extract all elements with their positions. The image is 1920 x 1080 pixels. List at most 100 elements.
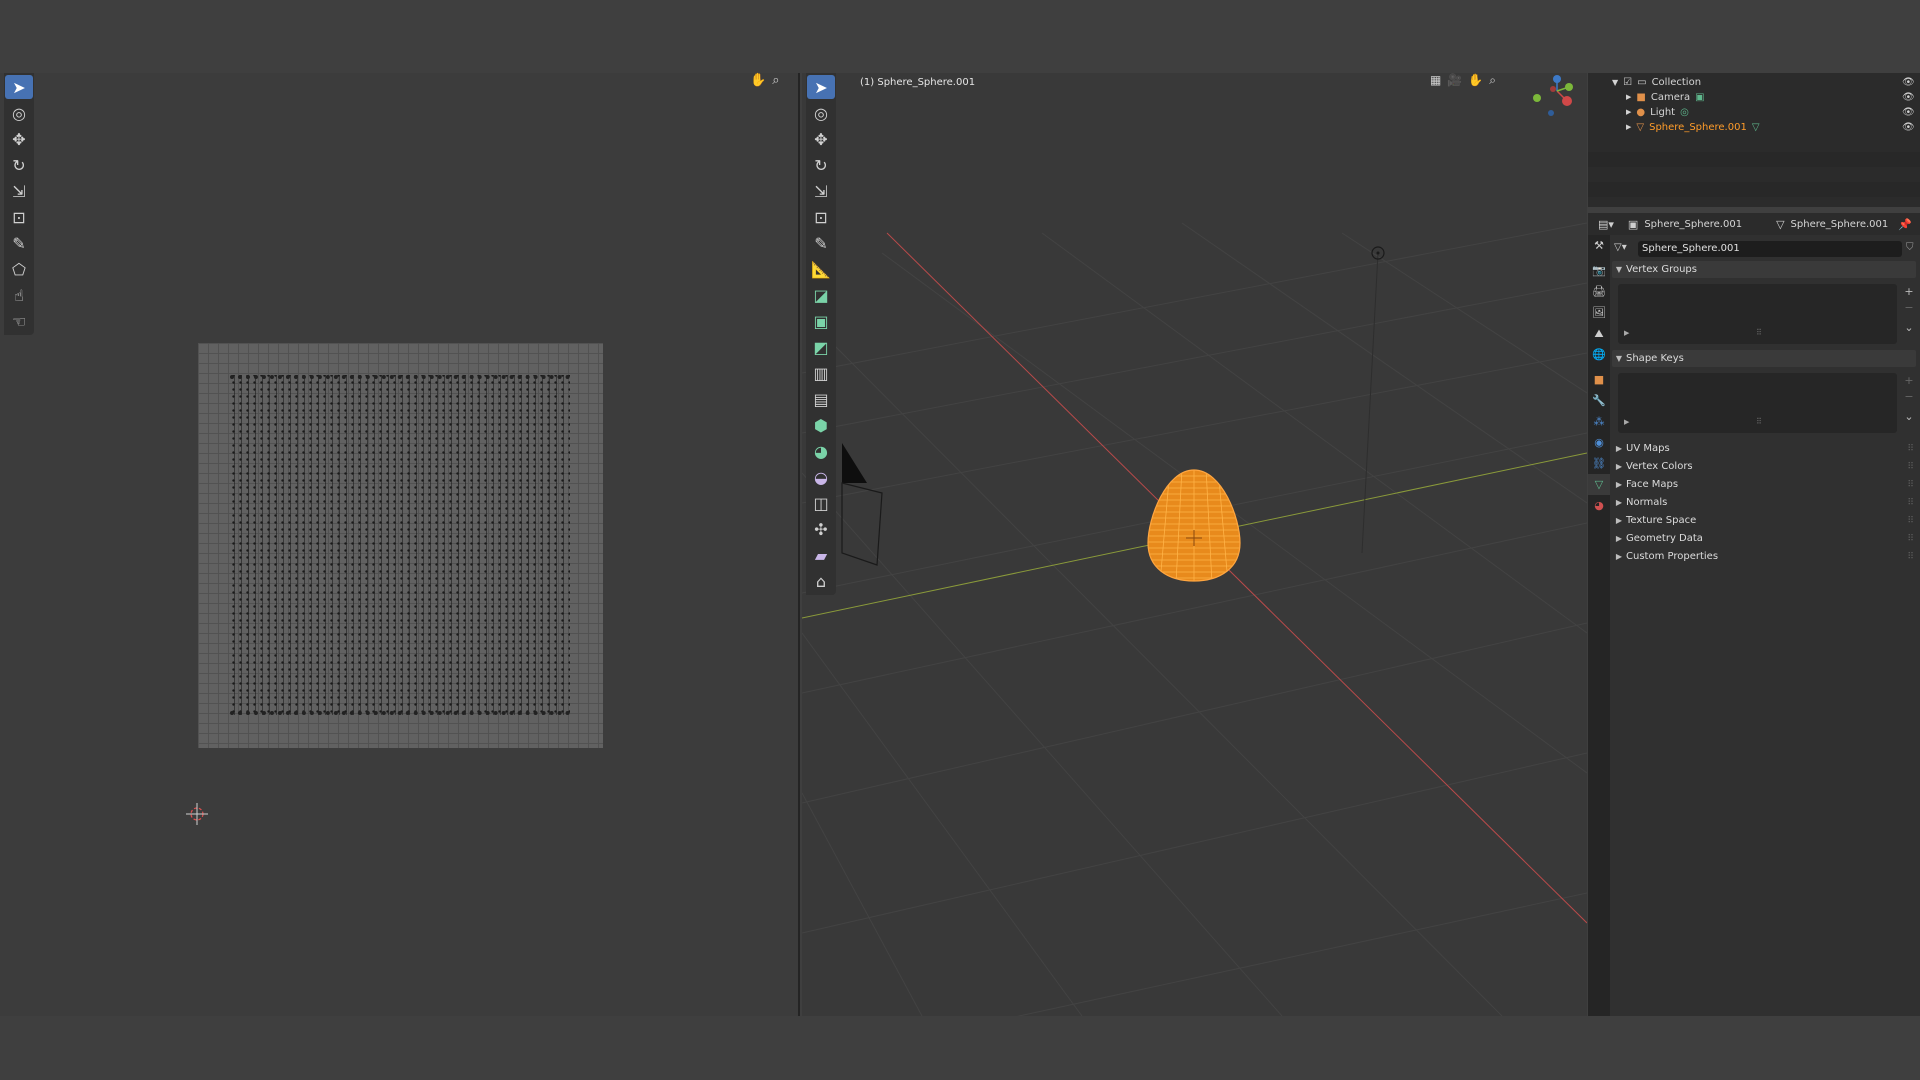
shear-icon[interactable]: ▰ bbox=[807, 543, 835, 567]
annotate-tool-icon[interactable]: ✎ bbox=[5, 231, 33, 255]
inset-faces-icon[interactable]: ▣ bbox=[807, 309, 835, 333]
2d-cursor-icon[interactable] bbox=[186, 803, 208, 825]
rip-tool-icon[interactable]: ⬠ bbox=[5, 257, 33, 281]
shrink-fatten-icon[interactable]: ✣ bbox=[807, 517, 835, 541]
render-tab-icon[interactable]: 📷 bbox=[1588, 260, 1610, 281]
hand-pan-icon[interactable]: ✋ bbox=[1468, 73, 1483, 88]
add-shape-key-button[interactable]: + bbox=[1902, 374, 1916, 388]
panel-texture-space[interactable]: ▶ Texture Space ⠿ bbox=[1612, 512, 1916, 529]
particles-tab-icon[interactable]: ⁂ bbox=[1588, 411, 1610, 432]
relax-tool-icon[interactable]: ☜ bbox=[5, 309, 33, 333]
material-tab-icon[interactable]: ◕ bbox=[1588, 495, 1610, 516]
panel-geometry-data[interactable]: ▶ Geometry Data ⠿ bbox=[1612, 530, 1916, 547]
object-tab-icon[interactable]: ■ bbox=[1588, 369, 1610, 390]
grid-view-icon[interactable]: ▦ bbox=[1430, 73, 1441, 88]
grab-tool-icon[interactable]: ☝ bbox=[5, 283, 33, 307]
cursor-icon[interactable]: ◎ bbox=[807, 101, 835, 125]
drag-grip-icon[interactable]: ⠿ bbox=[1907, 516, 1914, 526]
edge-slide-icon[interactable]: ◫ bbox=[807, 491, 835, 515]
shape-key-menu-icon[interactable]: ⌄ bbox=[1902, 410, 1916, 424]
add-vertex-group-button[interactable]: + bbox=[1902, 285, 1916, 299]
loop-cut-icon[interactable]: ▥ bbox=[807, 361, 835, 385]
panel-custom-properties[interactable]: ▶ Custom Properties ⠿ bbox=[1612, 548, 1916, 565]
camera-view-icon[interactable]: 🎥 bbox=[1447, 73, 1462, 88]
select-box-icon[interactable]: ➤ bbox=[807, 75, 835, 99]
vertex-group-menu-icon[interactable]: ⌄ bbox=[1902, 321, 1916, 335]
light-data-icon[interactable]: ◎ bbox=[1680, 107, 1689, 118]
visibility-eye-icon[interactable]: 👁 bbox=[1902, 107, 1915, 118]
checkbox-icon[interactable]: ☑ bbox=[1623, 77, 1632, 88]
visibility-eye-icon[interactable]: 👁 bbox=[1902, 122, 1915, 133]
modifier-tab-icon[interactable]: 🔧 bbox=[1588, 390, 1610, 411]
view-layer-tab-icon[interactable]: 🖼 bbox=[1588, 302, 1610, 323]
editor-type-icon[interactable]: ▤▾ bbox=[1598, 218, 1614, 231]
smooth-icon[interactable]: ◒ bbox=[807, 465, 835, 489]
knife-icon[interactable]: ▤ bbox=[807, 387, 835, 411]
world-tab-icon[interactable]: 🌐 bbox=[1588, 344, 1610, 365]
shape-keys-list[interactable]: ▶ ⠿ bbox=[1618, 373, 1897, 433]
bevel-icon[interactable]: ◩ bbox=[807, 335, 835, 359]
pin-icon[interactable]: 📌 bbox=[1898, 218, 1912, 231]
breadcrumb-object[interactable]: Sphere_Sphere.001 bbox=[1644, 219, 1742, 230]
panel-face-maps[interactable]: ▶ Face Maps ⠿ bbox=[1612, 476, 1916, 493]
drag-grip-icon[interactable]: ⠿ bbox=[1907, 462, 1914, 472]
panel-vertex-colors[interactable]: ▶ Vertex Colors ⠿ bbox=[1612, 458, 1916, 475]
breadcrumb-mesh[interactable]: Sphere_Sphere.001 bbox=[1791, 219, 1889, 230]
constraints-tab-icon[interactable]: ⛓ bbox=[1588, 453, 1610, 474]
transform-tool-icon[interactable]: ⊡ bbox=[5, 205, 33, 229]
annotate-icon[interactable]: ✎ bbox=[807, 231, 835, 255]
resize-grip-icon[interactable]: ⠿ bbox=[1756, 328, 1762, 337]
shape-keys-panel-header[interactable]: ▼ Shape Keys bbox=[1612, 350, 1916, 367]
remove-vertex-group-button[interactable]: − bbox=[1902, 301, 1916, 315]
outliner-row-camera[interactable]: ▶ ■ Camera ▣ 👁 bbox=[1626, 90, 1915, 104]
rotate-icon[interactable]: ↻ bbox=[807, 153, 835, 177]
drag-grip-icon[interactable]: ⠿ bbox=[1907, 552, 1914, 562]
visibility-eye-icon[interactable]: 👁 bbox=[1902, 92, 1915, 103]
outliner-row-light[interactable]: ▶ ● Light ◎ 👁 bbox=[1626, 105, 1915, 119]
mesh-name-field[interactable]: Sphere_Sphere.001 bbox=[1638, 241, 1902, 257]
scene-tab-icon[interactable]: ⛰ bbox=[1588, 323, 1610, 344]
zoom-icon[interactable]: ⌕ bbox=[772, 73, 779, 88]
drag-grip-icon[interactable]: ⠿ bbox=[1907, 534, 1914, 544]
mesh-data-icon[interactable]: ▽ bbox=[1752, 122, 1760, 133]
mesh-browse-icon[interactable]: ▽▾ bbox=[1614, 242, 1627, 253]
move-icon[interactable]: ✥ bbox=[807, 127, 835, 151]
move-tool-icon[interactable]: ✥ bbox=[5, 127, 33, 151]
transform-icon[interactable]: ⊡ bbox=[807, 205, 835, 229]
fake-user-shield-icon[interactable]: ⛉ bbox=[1906, 242, 1914, 253]
list-filter-arrow-icon[interactable]: ▶ bbox=[1624, 329, 1629, 337]
expand-arrow-icon[interactable]: ▼ bbox=[1612, 78, 1618, 87]
panel-uv-maps[interactable]: ▶ UV Maps ⠿ bbox=[1612, 440, 1916, 457]
scale-icon[interactable]: ⇲ bbox=[807, 179, 835, 203]
measure-icon[interactable]: 📐 bbox=[807, 257, 835, 281]
expand-arrow-icon[interactable]: ▶ bbox=[1626, 123, 1631, 131]
selected-egg-mesh[interactable] bbox=[1146, 468, 1242, 583]
panel-normals[interactable]: ▶ Normals ⠿ bbox=[1612, 494, 1916, 511]
camera-data-icon[interactable]: ▣ bbox=[1695, 92, 1704, 103]
scale-tool-icon[interactable]: ⇲ bbox=[5, 179, 33, 203]
vertex-groups-panel-header[interactable]: ▼ Vertex Groups bbox=[1612, 261, 1916, 278]
poly-build-icon[interactable]: ⬢ bbox=[807, 413, 835, 437]
drag-grip-icon[interactable]: ⠿ bbox=[1907, 480, 1914, 490]
expand-arrow-icon[interactable]: ▶ bbox=[1626, 93, 1631, 101]
list-filter-arrow-icon[interactable]: ▶ bbox=[1624, 418, 1629, 426]
visibility-eye-icon[interactable]: 👁 bbox=[1902, 77, 1915, 88]
drag-grip-icon[interactable]: ⠿ bbox=[1907, 498, 1914, 508]
select-tool-icon[interactable]: ➤ bbox=[5, 75, 33, 99]
expand-arrow-icon[interactable]: ▶ bbox=[1626, 108, 1631, 116]
tool-tab-icon[interactable]: ⚒ bbox=[1588, 235, 1610, 256]
remove-shape-key-button[interactable]: − bbox=[1902, 390, 1916, 404]
outliner-row-collection[interactable]: ▼ ☑ ▭ Collection 👁 bbox=[1612, 75, 1915, 89]
drag-grip-icon[interactable]: ⠿ bbox=[1907, 444, 1914, 454]
hand-pan-icon[interactable]: ✋ bbox=[750, 73, 766, 88]
uv-editor[interactable]: ➤ ◎ ✥ ↻ ⇲ ⊡ ✎ ⬠ ☝ ☜ ✋ ⌕ bbox=[0, 73, 800, 1016]
physics-tab-icon[interactable]: ◉ bbox=[1588, 432, 1610, 453]
vertex-groups-list[interactable]: ▶ ⠿ bbox=[1618, 284, 1897, 344]
3d-viewport[interactable]: ➤ ◎ ✥ ↻ ⇲ ⊡ ✎ 📐 ◪ ▣ ◩ ▥ ▤ ⬢ ◕ ◒ ◫ ✣ ▰ ⌂ … bbox=[802, 73, 1587, 1016]
rip-region-icon[interactable]: ⌂ bbox=[807, 569, 835, 593]
rotate-tool-icon[interactable]: ↻ bbox=[5, 153, 33, 177]
zoom-icon[interactable]: ⌕ bbox=[1489, 73, 1496, 88]
cursor-tool-icon[interactable]: ◎ bbox=[5, 101, 33, 125]
extrude-region-icon[interactable]: ◪ bbox=[807, 283, 835, 307]
mesh-data-tab-icon[interactable]: ▽ bbox=[1588, 474, 1610, 495]
